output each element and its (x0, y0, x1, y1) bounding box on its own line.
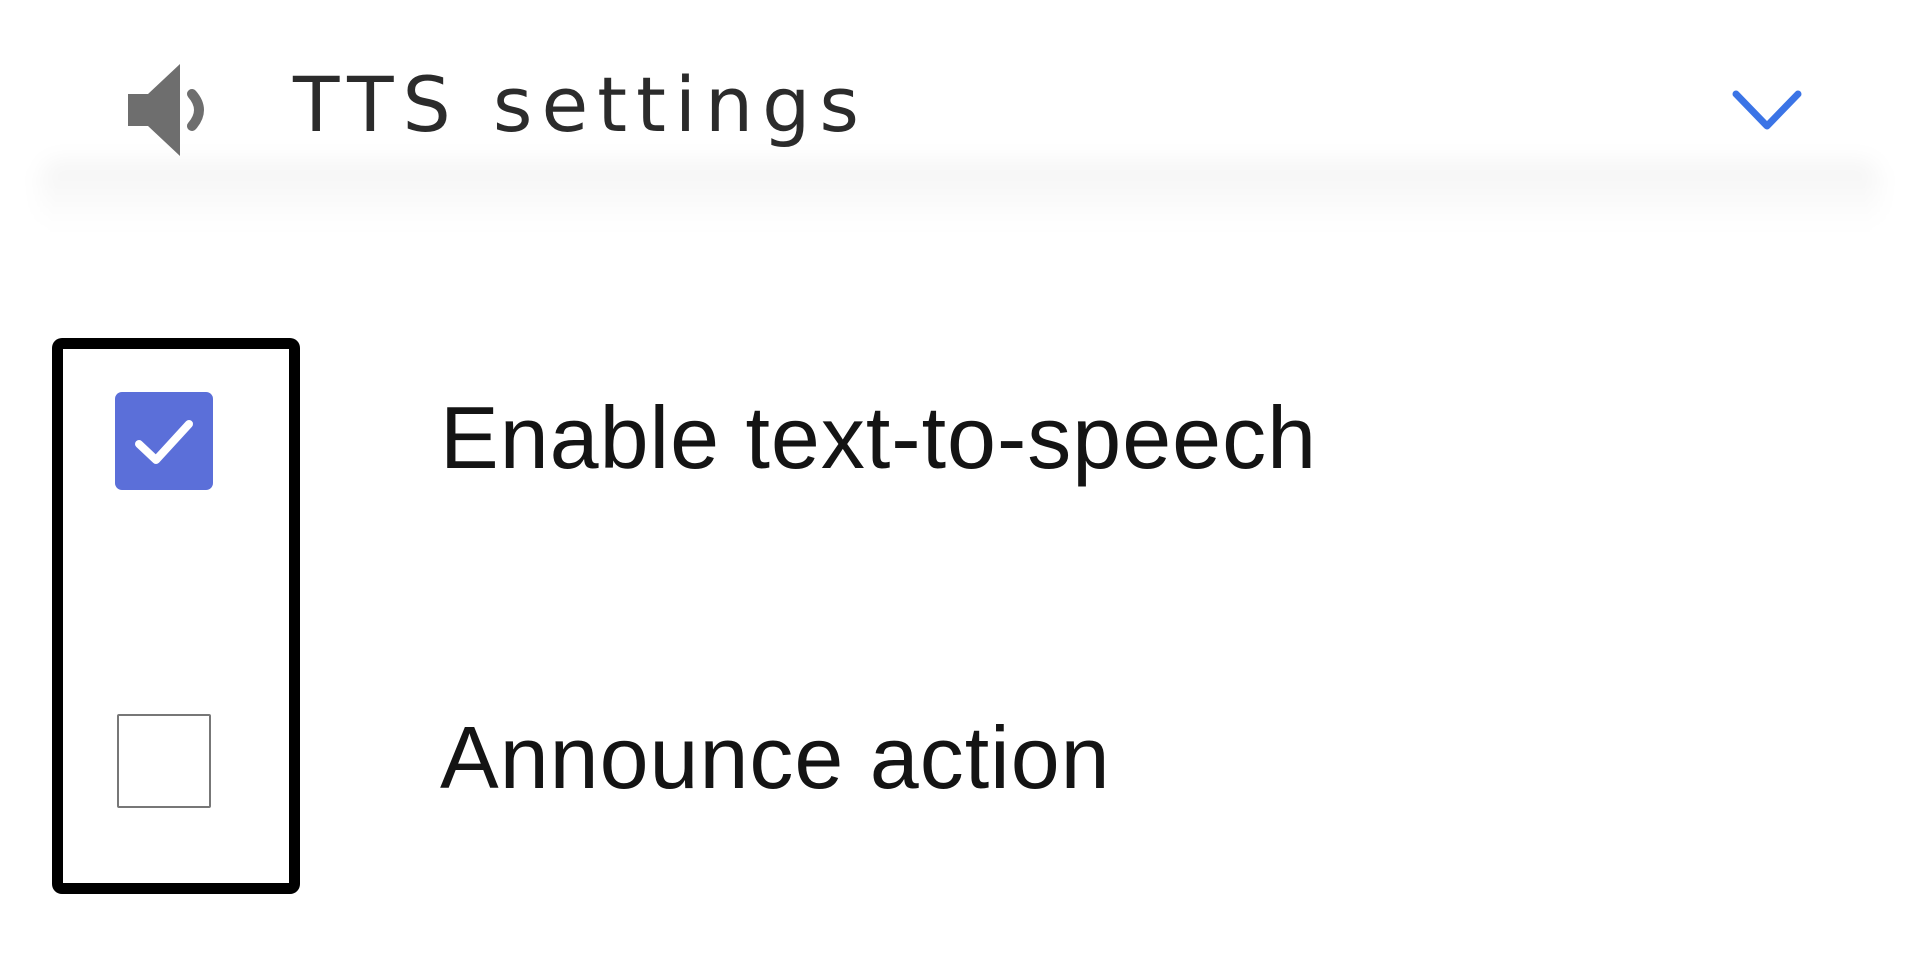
header-divider-shadow (40, 160, 1880, 230)
announce-action-label: Announce action (440, 708, 1111, 807)
speaker-icon (122, 58, 214, 162)
option-enable-tts[interactable]: Enable text-to-speech (0, 358, 1920, 518)
option-announce-action[interactable]: Announce action (0, 678, 1920, 838)
announce-action-checkbox[interactable] (117, 714, 211, 808)
checkmark-icon (135, 420, 193, 464)
enable-tts-checkbox[interactable] (115, 392, 213, 490)
tts-settings-panel: TTS settings Enable text-to-speech Annou… (0, 0, 1920, 966)
page-title: TTS settings (293, 60, 868, 149)
enable-tts-label: Enable text-to-speech (440, 388, 1318, 487)
chevron-down-icon[interactable] (1730, 86, 1804, 134)
tts-settings-header[interactable]: TTS settings (0, 0, 1920, 230)
